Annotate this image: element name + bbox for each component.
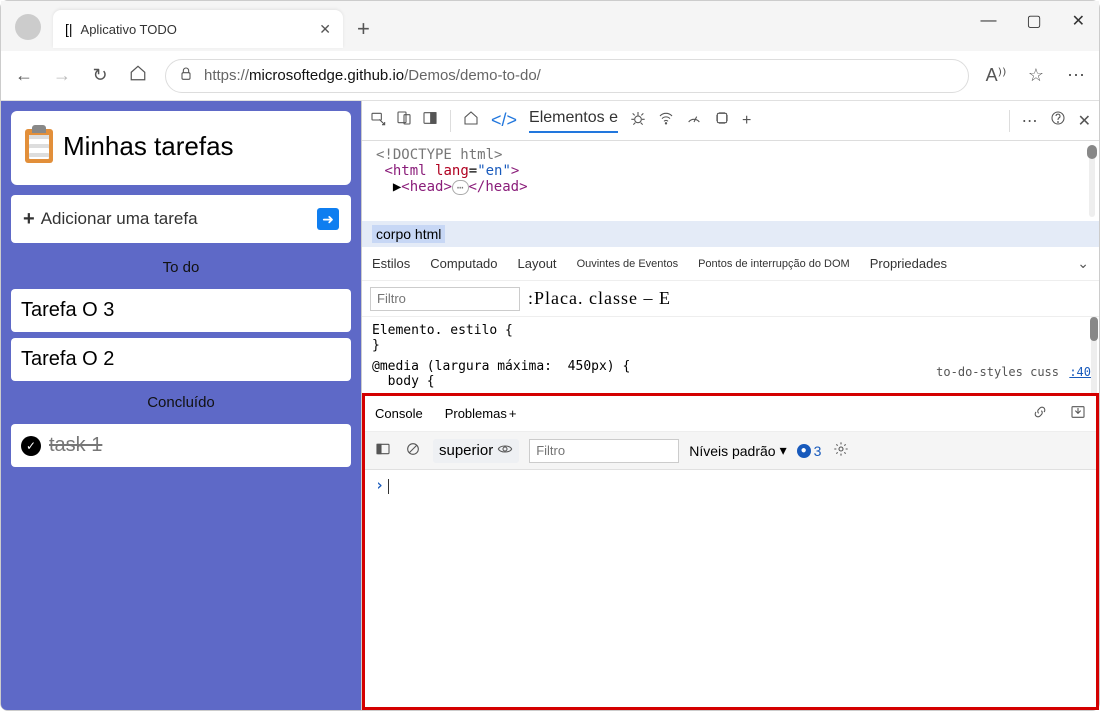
browser-tab[interactable]: [| Aplicativo TODO ✕ <box>53 10 343 48</box>
styles-filter-row: :Placa. classe – E <box>362 281 1099 317</box>
tab-problems[interactable]: Problemas+ <box>445 406 517 421</box>
devtools-close-icon[interactable]: ✕ <box>1078 111 1091 131</box>
devtools-more-icon[interactable]: ⋯ <box>1022 111 1038 131</box>
url-bar[interactable]: https://microsoftedge.github.io/Demos/de… <box>165 59 969 93</box>
performance-icon[interactable] <box>686 110 702 131</box>
styles-scrollbar[interactable] <box>1090 317 1098 341</box>
settings-gear-icon[interactable] <box>831 441 851 461</box>
favorite-icon[interactable]: ☆ <box>1025 65 1047 86</box>
dom-line: <!DOCTYPE html> <box>376 147 502 163</box>
clear-console-icon[interactable] <box>403 441 423 461</box>
browser-toolbar: ← → ↻ https://microsoftedge.github.io/De… <box>1 51 1099 101</box>
tab-favicon-icon: [| <box>65 21 73 37</box>
styles-tab-row: Estilos Computado Layout Ouvintes de Eve… <box>362 247 1099 281</box>
tab-computed[interactable]: Computado <box>430 256 497 271</box>
source-file[interactable]: to-do-styles cuss <box>936 365 1059 379</box>
minimize-icon[interactable]: — <box>980 12 996 30</box>
done-heading: Concluído <box>11 384 351 421</box>
help-icon[interactable] <box>1050 110 1066 131</box>
source-line[interactable]: :40 <box>1069 365 1091 379</box>
eye-icon <box>497 441 513 461</box>
console-toolbar: superior Níveis padrão▾ ● 3 <box>365 432 1096 470</box>
drawer-tab-row: Console Problemas+ <box>365 396 1096 432</box>
clipboard-icon <box>25 129 53 163</box>
profile-avatar[interactable] <box>15 14 41 40</box>
forward-icon: → <box>51 65 73 86</box>
dom-breadcrumb[interactable]: corpo html <box>362 221 1099 247</box>
todo-heading: To do <box>11 249 351 286</box>
console-cursor <box>388 479 389 494</box>
tab-elements[interactable]: Elementos e <box>529 109 618 133</box>
task-label: Tarefa O 2 <box>21 348 114 371</box>
tab-listeners[interactable]: Ouvintes de Eventos <box>577 258 679 270</box>
tab-strip: [| Aplicativo TODO ✕ + <box>1 1 1099 51</box>
devtools-toolbar: </> Elementos e + ⋯ ✕ <box>362 101 1099 141</box>
lock-icon <box>178 66 194 86</box>
task-row[interactable]: Tarefa O 2 <box>11 338 351 381</box>
message-count[interactable]: ● 3 <box>797 443 822 459</box>
url-text: https://microsoftedge.github.io/Demos/de… <box>204 67 541 84</box>
more-tabs-icon[interactable]: + <box>742 112 751 130</box>
home-icon[interactable] <box>127 64 149 87</box>
drawer-link-icon[interactable] <box>1032 404 1048 423</box>
dom-tree[interactable]: <!DOCTYPE html> <html lang="en"> ▶<head>… <box>362 141 1099 221</box>
tab-layout[interactable]: Layout <box>518 256 557 271</box>
task-label: task 1 <box>49 434 102 457</box>
console-body[interactable]: › <box>365 470 1096 707</box>
dom-line: <html lang="en"> <box>376 163 1085 179</box>
task-label: Tarefa O 3 <box>21 299 114 322</box>
styles-filter-input[interactable] <box>370 287 520 311</box>
styles-toolbar-text: :Placa. classe – E <box>528 288 671 309</box>
app-header: Minhas tarefas <box>11 111 351 185</box>
chat-bubble-icon: ● <box>797 444 811 458</box>
todo-app: Minhas tarefas + Adicionar uma tarefa ➜ … <box>1 101 361 710</box>
prompt-icon: › <box>375 476 384 494</box>
app-title: Minhas tarefas <box>63 131 234 162</box>
more-menu-icon[interactable]: ⋯ <box>1065 65 1087 86</box>
network-icon[interactable] <box>658 110 674 131</box>
read-aloud-icon[interactable]: A⁾⁾ <box>985 65 1007 86</box>
tab-properties[interactable]: Propriedades <box>870 256 947 271</box>
welcome-icon[interactable] <box>463 110 479 131</box>
plus-icon: + <box>23 208 35 231</box>
task-row-done[interactable]: ✓ task 1 <box>11 424 351 467</box>
console-context[interactable]: superior <box>433 439 519 463</box>
inspect-icon[interactable] <box>370 110 386 131</box>
log-levels[interactable]: Níveis padrão▾ <box>689 442 786 459</box>
style-line: } <box>372 338 1089 353</box>
style-line: Elemento. estilo { <box>372 323 1089 338</box>
styles-rules[interactable]: Elemento. estilo { } @media (largura máx… <box>362 317 1099 393</box>
new-tab-button[interactable]: + <box>357 16 370 42</box>
tab-close-icon[interactable]: ✕ <box>319 21 331 38</box>
maximize-icon[interactable]: ▢ <box>1026 11 1041 31</box>
memory-icon[interactable] <box>714 110 730 131</box>
check-icon: ✓ <box>21 436 41 456</box>
add-task-label: Adicionar uma tarefa <box>41 209 198 229</box>
reload-icon[interactable]: ↻ <box>89 65 111 86</box>
console-filter-input[interactable] <box>529 439 679 463</box>
close-window-icon[interactable]: ✕ <box>1072 11 1085 31</box>
task-row[interactable]: Tarefa O 3 <box>11 289 351 332</box>
device-toggle-icon[interactable] <box>396 110 412 131</box>
breadcrumb-text: corpo html <box>372 225 445 243</box>
tab-console[interactable]: Console <box>375 406 423 421</box>
dock-icon[interactable] <box>422 110 438 131</box>
tab-title: Aplicativo TODO <box>81 22 312 37</box>
tab-styles[interactable]: Estilos <box>372 256 410 271</box>
elements-code-icon: </> <box>491 110 517 131</box>
console-drawer: Console Problemas+ <box>362 393 1099 710</box>
devtools-panel: </> Elementos e + ⋯ ✕ < <box>361 101 1099 710</box>
sidebar-toggle-icon[interactable] <box>373 441 393 461</box>
submit-task-button[interactable]: ➜ <box>317 208 339 230</box>
debugger-icon[interactable] <box>630 110 646 131</box>
tab-dom-breakpoints[interactable]: Pontos de interrupção do DOM <box>698 258 850 270</box>
back-icon[interactable]: ← <box>13 65 35 86</box>
dom-line: ▶<head>⋯</head> <box>376 179 1085 195</box>
chevron-down-icon[interactable]: ⌄ <box>1077 255 1089 272</box>
drawer-dock-icon[interactable] <box>1070 404 1086 423</box>
add-task-input[interactable]: + Adicionar uma tarefa ➜ <box>11 195 351 243</box>
